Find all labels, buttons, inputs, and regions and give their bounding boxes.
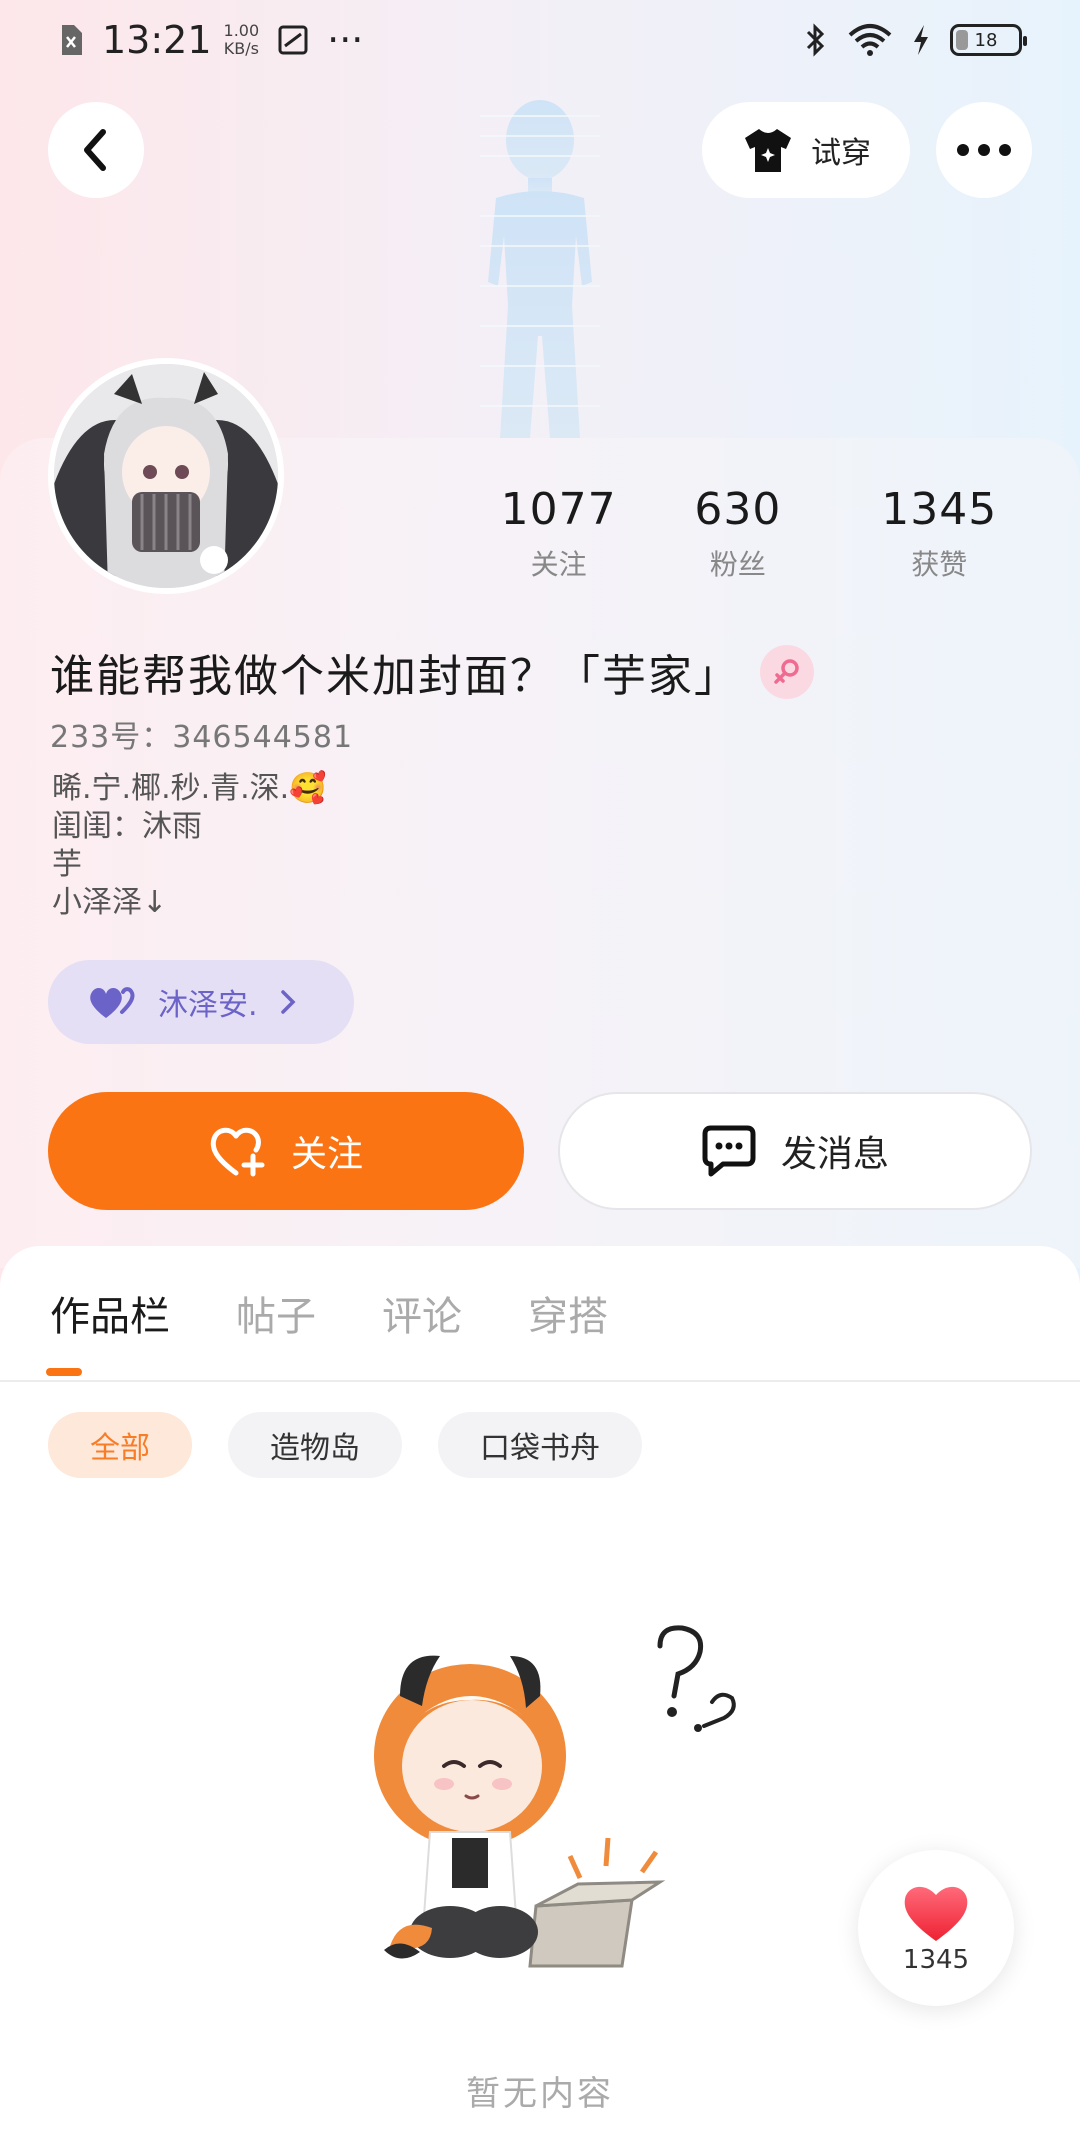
heart-plus-icon <box>210 1127 265 1177</box>
status-bar: 13:21 1.00 KB/s ··· 18 <box>0 0 1080 86</box>
chevron-right-icon <box>280 990 296 1014</box>
content-section: 作品栏 帖子 评论 穿搭 全部 造物岛 口袋书舟 暂无内容 <box>0 1246 1080 2154</box>
avatar-hologram <box>480 100 600 438</box>
charging-icon <box>914 25 928 55</box>
gender-female-icon <box>760 645 814 699</box>
tab-comments[interactable]: 评论 <box>382 1284 462 1342</box>
partner-tag-label: 沐泽安. <box>158 988 258 1023</box>
tabs-divider <box>0 1380 1080 1382</box>
status-time: 13:21 <box>102 18 212 62</box>
bio-line: 小泽泽↓ <box>52 885 168 920</box>
try-on-label: 试穿 <box>811 136 871 171</box>
network-speed-value: 1.00 <box>223 21 260 40</box>
battery-level: 18 <box>974 29 998 51</box>
bio-line: 晞.宁.椰.秒.青.深.🥰 <box>52 771 327 806</box>
more-dots-icon <box>957 144 1011 156</box>
network-speed-unit: KB/s <box>223 39 259 58</box>
sim-off-icon <box>62 25 82 55</box>
back-button[interactable] <box>48 102 144 198</box>
bio-line: 芋 <box>52 847 82 882</box>
message-label: 发消息 <box>780 1134 889 1175</box>
empty-state-illustration <box>374 1625 736 1968</box>
chat-bubble-icon <box>702 1125 756 1177</box>
tab-works[interactable]: 作品栏 <box>50 1284 170 1342</box>
follow-label: 关注 <box>290 1134 363 1175</box>
filter-pocket-book[interactable]: 口袋书舟 <box>438 1412 642 1478</box>
follow-button[interactable]: 关注 <box>48 1092 524 1210</box>
stat-following[interactable]: 1077 关注 <box>480 484 637 583</box>
profile-stats: 1077 关注 630 粉丝 1345 获赞 <box>480 484 1040 583</box>
stat-following-label: 关注 <box>530 548 587 581</box>
user-id: 233号：346544581 <box>50 720 354 755</box>
filter-creation-island[interactable]: 造物岛 <box>228 1412 402 1478</box>
stat-followers-value: 630 <box>694 484 782 535</box>
content-tabs: 作品栏 帖子 评论 穿搭 <box>50 1284 608 1342</box>
status-left: 13:21 1.00 KB/s ··· <box>58 18 363 62</box>
network-speed: 1.00 KB/s <box>224 22 260 58</box>
heart-icon <box>904 1886 968 1941</box>
tab-outfits[interactable]: 穿搭 <box>528 1284 608 1342</box>
like-floating-button[interactable]: 1345 <box>858 1850 1014 2006</box>
more-button[interactable] <box>936 102 1032 198</box>
filter-chips: 全部 造物岛 口袋书舟 <box>48 1412 642 1478</box>
tab-posts[interactable]: 帖子 <box>236 1284 316 1342</box>
stat-followers[interactable]: 630 粉丝 <box>637 484 838 583</box>
message-button[interactable]: 发消息 <box>558 1092 1032 1210</box>
avatar-image <box>54 364 278 588</box>
screenshot-app-icon <box>278 25 308 55</box>
partner-tag-chip[interactable]: 沐泽安. <box>48 960 354 1044</box>
empty-state-text: 暂无内容 <box>466 2074 614 2114</box>
wifi-icon <box>848 24 892 56</box>
name-row: 谁能帮我做个米加封面？「芋家」 <box>50 640 814 704</box>
tshirt-icon <box>745 129 791 172</box>
stat-likes-label: 获赞 <box>911 548 968 581</box>
stat-likes[interactable]: 1345 获赞 <box>839 484 1040 583</box>
stat-followers-label: 粉丝 <box>709 548 766 581</box>
status-right: 18 <box>804 22 1027 58</box>
stat-likes-value: 1345 <box>881 484 998 535</box>
status-more: ··· <box>327 18 364 62</box>
like-count: 1345 <box>902 1945 970 1975</box>
chevron-left-icon <box>84 129 106 171</box>
bluetooth-icon <box>806 23 825 57</box>
user-avatar[interactable] <box>48 358 284 594</box>
profile-bio: 晞.宁.椰.秒.青.深.🥰 闺闺：沐雨 芋 小泽泽↓ <box>52 770 327 922</box>
tab-active-indicator <box>46 1368 82 1376</box>
double-heart-icon <box>90 987 135 1018</box>
filter-all[interactable]: 全部 <box>48 1412 192 1478</box>
profile-page: 13:21 1.00 KB/s ··· 18 试穿 1077 关注 630 粉丝… <box>0 0 1080 2154</box>
battery-icon: 18 <box>950 24 1027 56</box>
bio-line: 闺闺：沐雨 <box>52 809 202 844</box>
stat-following-value: 1077 <box>500 484 617 535</box>
try-on-button[interactable]: 试穿 <box>702 102 910 198</box>
profile-name: 谁能帮我做个米加封面？「芋家」 <box>50 651 740 702</box>
